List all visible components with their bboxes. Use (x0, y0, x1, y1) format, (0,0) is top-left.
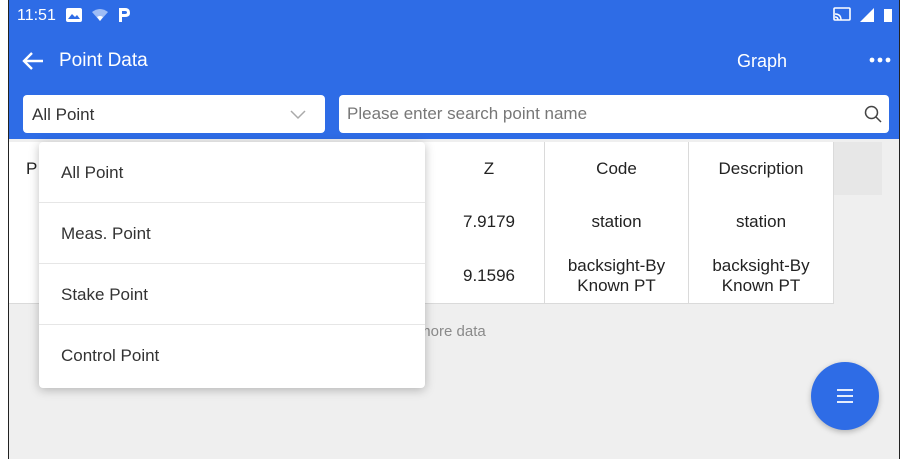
chevron-down-icon (290, 110, 306, 120)
status-right-icons (833, 7, 893, 23)
dropdown-option-all-point[interactable]: All Point (39, 142, 425, 203)
dropdown-option-control-point[interactable]: Control Point (39, 325, 425, 386)
table-cell-description: station (689, 195, 834, 248)
column-header-description: Description (689, 142, 834, 195)
app-bar: 11:51 Point Data Graph All Point Please … (9, 0, 899, 139)
status-icons (65, 7, 131, 23)
table-cell-z: 9.1596 (434, 248, 545, 303)
filter-row: All Point (9, 95, 899, 135)
column-header-code: Code (545, 142, 689, 195)
point-type-dropdown: All Point Meas. Point Stake Point Contro… (39, 142, 425, 388)
wifi-icon (92, 9, 108, 21)
table-cell-code: station (545, 195, 689, 248)
search-input[interactable] (339, 95, 857, 133)
point-type-selected: All Point (32, 105, 95, 124)
battery-icon (884, 9, 892, 22)
dropdown-option-label: Meas. Point (61, 224, 151, 243)
column-header-z: Z (434, 142, 545, 195)
status-time: 11:51 (17, 7, 56, 24)
status-bar: 11:51 (9, 0, 899, 32)
table-cell-z: 7.9179 (434, 195, 545, 248)
app-screen: 11:51 Point Data Graph All Point Please … (8, 0, 900, 459)
dropdown-option-label: Control Point (61, 346, 160, 365)
image-notification-icon (66, 8, 82, 22)
dropdown-option-label: All Point (61, 163, 124, 182)
signal-icon (860, 8, 874, 22)
table-cell-code: backsight-By Known PT (545, 248, 689, 303)
p-app-icon (119, 8, 130, 22)
search-icon[interactable] (863, 104, 883, 124)
menu-icon (837, 389, 853, 403)
title-row: Point Data Graph (9, 40, 899, 84)
dropdown-option-stake-point[interactable]: Stake Point (39, 264, 425, 325)
graph-button[interactable]: Graph (737, 51, 787, 72)
page-title: Point Data (59, 50, 148, 71)
dropdown-option-meas-point[interactable]: Meas. Point (39, 203, 425, 264)
table-cell-description: backsight-By Known PT (689, 248, 834, 303)
point-type-select[interactable]: All Point (23, 95, 325, 133)
floating-menu-button[interactable] (811, 362, 879, 430)
search-box (339, 95, 889, 133)
dropdown-option-label: Stake Point (61, 285, 148, 304)
table-header-filler (834, 142, 882, 195)
cast-icon (833, 7, 851, 21)
back-arrow-icon[interactable] (19, 47, 47, 75)
more-options-icon[interactable] (865, 48, 895, 72)
